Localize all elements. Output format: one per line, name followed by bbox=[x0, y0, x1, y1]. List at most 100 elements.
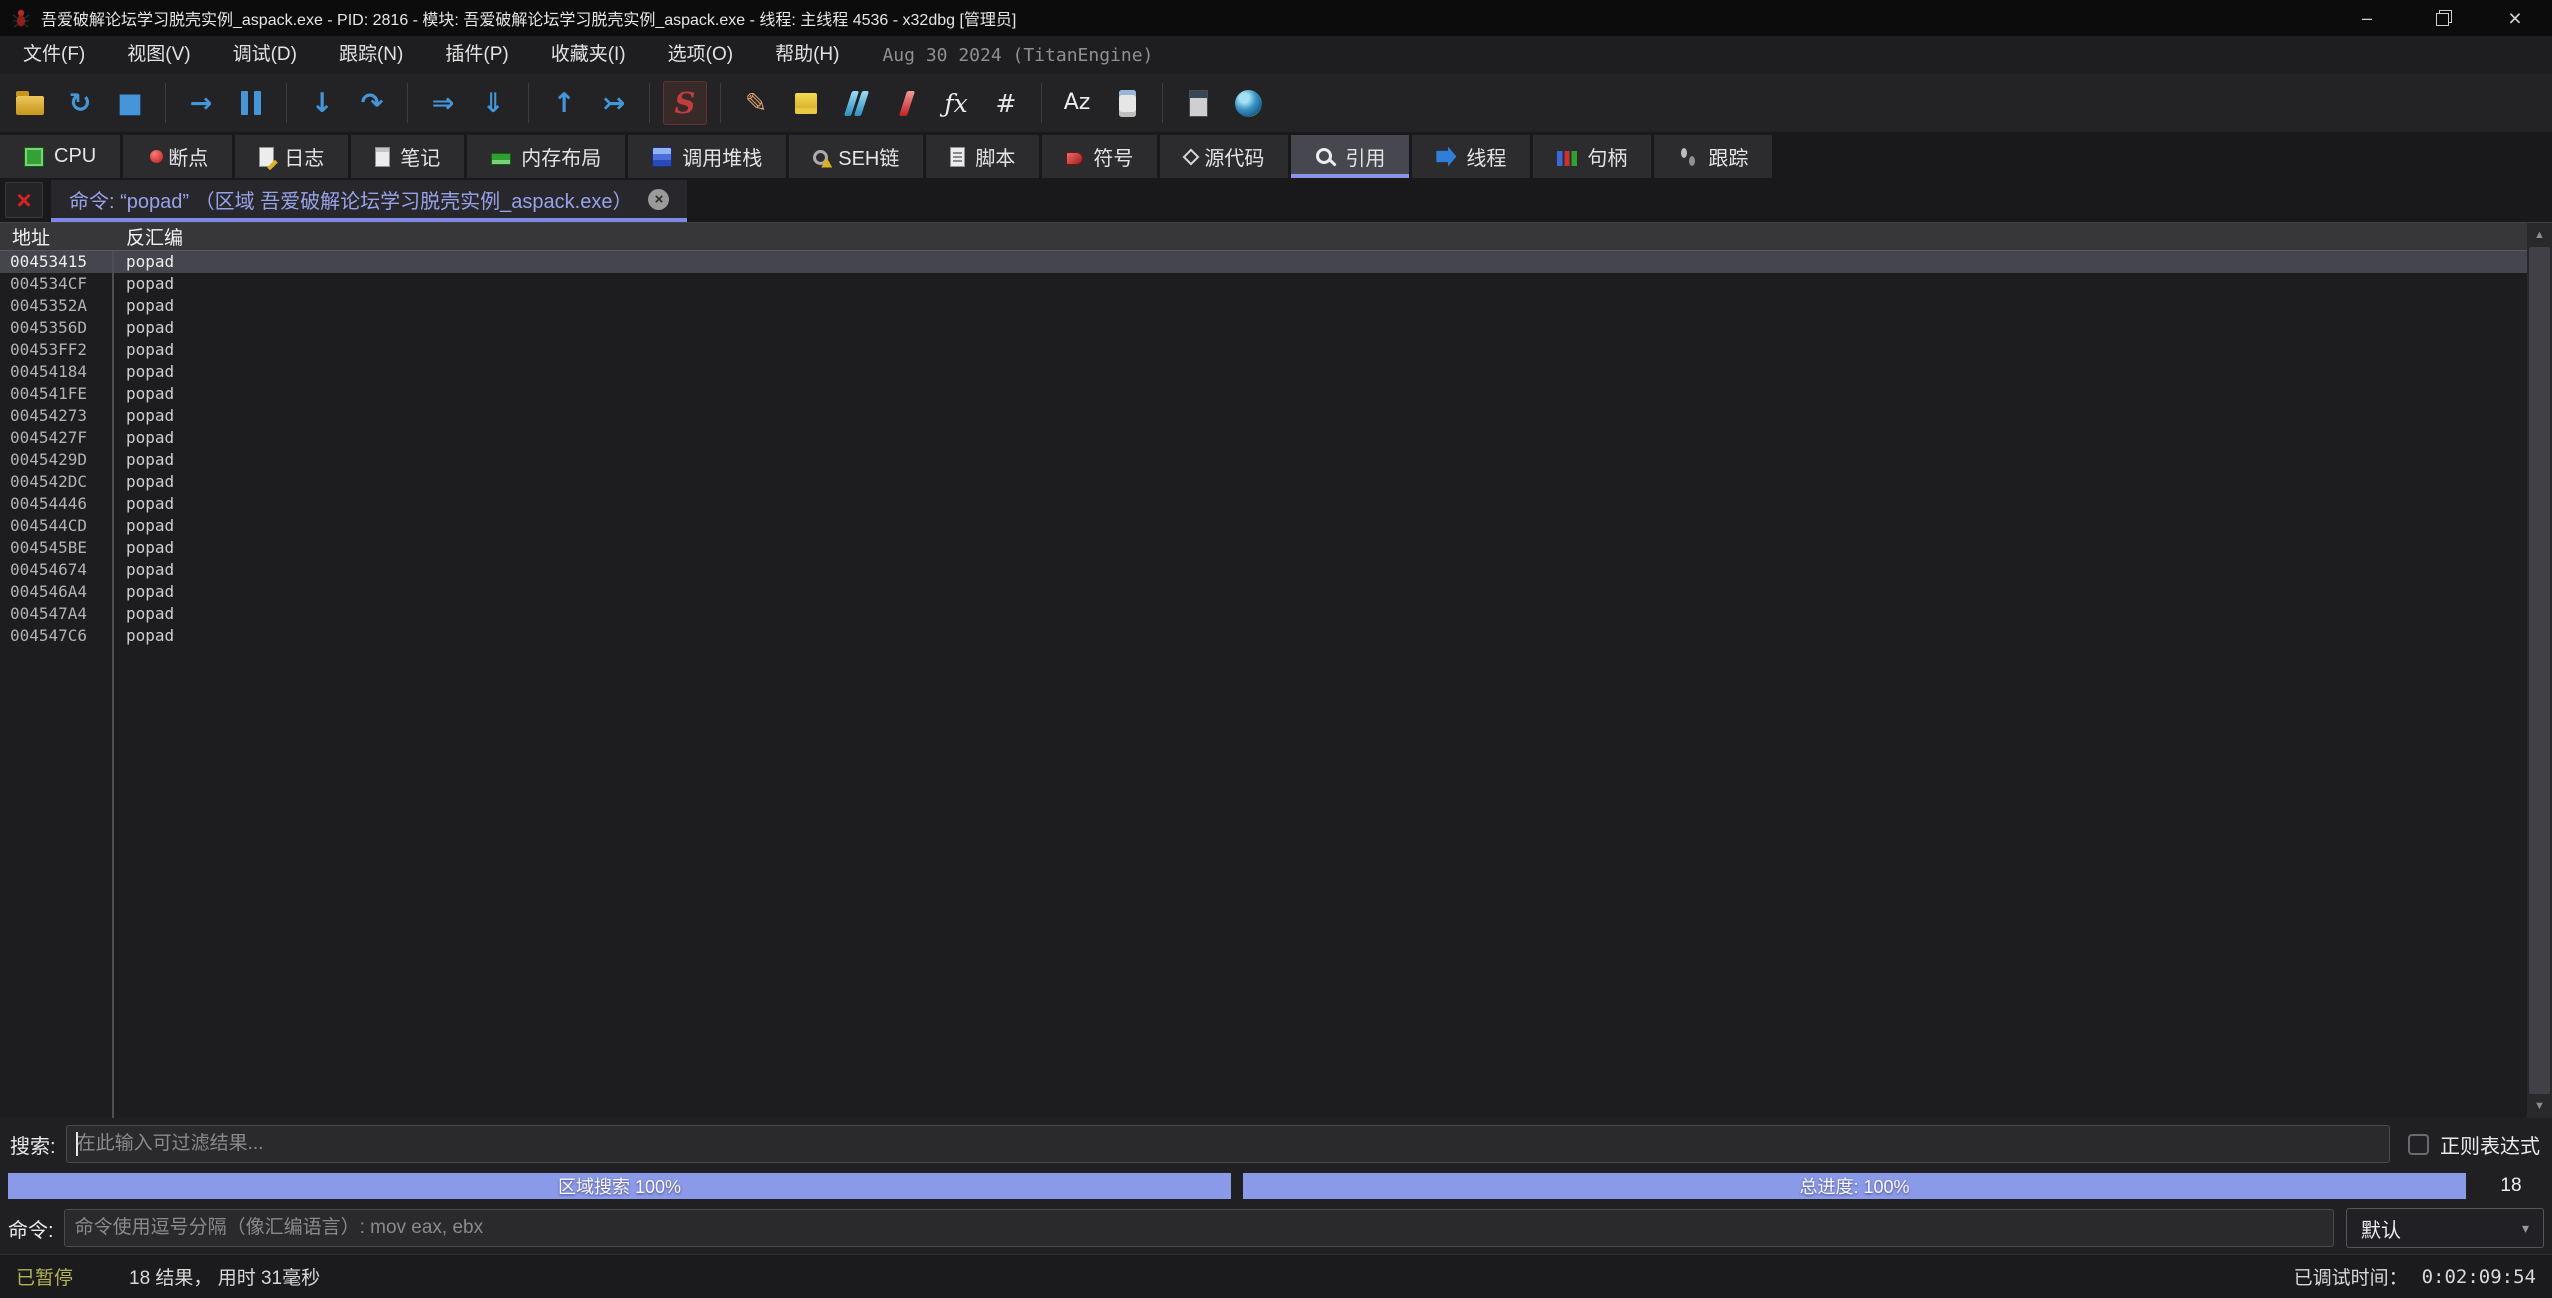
regex-checkbox[interactable] bbox=[2408, 1134, 2429, 1155]
symbols-icon bbox=[1066, 152, 1083, 165]
tab-source[interactable]: 源代码 bbox=[1160, 135, 1288, 178]
patch-button[interactable]: ✎ bbox=[734, 81, 778, 125]
table-row[interactable]: 004544CDpopad bbox=[0, 515, 2552, 537]
column-divider[interactable] bbox=[112, 223, 114, 1118]
table-row[interactable]: 004534CFpopad bbox=[0, 273, 2552, 295]
tab-callstack[interactable]: 调用堆栈 bbox=[628, 135, 786, 178]
profile-dropdown[interactable]: 默认 ▾ bbox=[2346, 1208, 2544, 1248]
disasm-cell: popad bbox=[112, 449, 174, 471]
tab-seh[interactable]: SEH链 bbox=[789, 135, 923, 178]
table-row[interactable]: 00454273popad bbox=[0, 405, 2552, 427]
tab-label: 符号 bbox=[1093, 142, 1133, 171]
ordinals-button[interactable]: # bbox=[984, 81, 1028, 125]
function-button[interactable]: ƒx bbox=[934, 81, 978, 125]
scroll-down-button[interactable]: ▼ bbox=[2527, 1094, 2552, 1118]
disasm-cell: popad bbox=[112, 625, 174, 647]
menu-trace[interactable]: 跟踪(N) bbox=[318, 36, 424, 74]
update-check-icon bbox=[1235, 90, 1262, 117]
pause-button[interactable] bbox=[229, 81, 273, 125]
execute-till-return-button[interactable]: ↑ bbox=[542, 81, 586, 125]
address-column-header[interactable]: 地址 bbox=[0, 223, 112, 250]
table-row[interactable]: 00454674popad bbox=[0, 559, 2552, 581]
bookmark-button[interactable] bbox=[884, 81, 928, 125]
label-button[interactable] bbox=[834, 81, 878, 125]
toolbar-separator bbox=[286, 83, 287, 123]
table-row[interactable]: 0045427Fpopad bbox=[0, 427, 2552, 449]
tab-script[interactable]: 脚本 bbox=[926, 135, 1039, 178]
address-cell: 00454674 bbox=[0, 559, 112, 581]
table-row[interactable]: 0045352Apopad bbox=[0, 295, 2552, 317]
calculator-button[interactable] bbox=[1176, 81, 1220, 125]
table-row[interactable]: 00453FF2popad bbox=[0, 339, 2552, 361]
minimize-button[interactable]: – bbox=[2330, 0, 2404, 36]
table-row[interactable]: 004547A4popad bbox=[0, 603, 2552, 625]
update-check-button[interactable] bbox=[1226, 81, 1270, 125]
table-row[interactable]: 004541FEpopad bbox=[0, 383, 2552, 405]
vertical-scrollbar[interactable]: ▲ ▼ bbox=[2527, 223, 2552, 1118]
animate-toggle-button[interactable]: S bbox=[663, 81, 707, 125]
menu-view[interactable]: 视图(V) bbox=[106, 36, 211, 74]
source-code-icon bbox=[1183, 148, 1200, 165]
region-progress-label: 区域搜索 100% bbox=[8, 1173, 1231, 1199]
disassembly-column-header[interactable]: 反汇编 bbox=[112, 223, 183, 250]
table-row[interactable]: 00453415popad bbox=[0, 251, 2552, 273]
references-icon bbox=[1315, 147, 1335, 167]
font-button[interactable]: Az bbox=[1055, 81, 1099, 125]
table-row[interactable]: 004545BEpopad bbox=[0, 537, 2552, 559]
tab-breakpoints[interactable]: 断点 bbox=[123, 135, 232, 178]
table-row[interactable]: 0045356Dpopad bbox=[0, 317, 2552, 339]
menu-help[interactable]: 帮助(H) bbox=[754, 36, 860, 74]
stop-button[interactable]: ■ bbox=[108, 81, 152, 125]
tab-threads[interactable]: 线程 bbox=[1412, 135, 1530, 178]
menu-options[interactable]: 选项(O) bbox=[647, 36, 754, 74]
table-row[interactable]: 004542DCpopad bbox=[0, 471, 2552, 493]
command-input[interactable] bbox=[64, 1209, 2334, 1247]
menu-plugins[interactable]: 插件(P) bbox=[424, 36, 529, 74]
restart-button[interactable]: ↻ bbox=[58, 81, 102, 125]
result-tab[interactable]: 命令: “popad” （区域 吾爱破解论坛学习脱壳实例_aspack.exe）… bbox=[51, 180, 687, 222]
address-cell: 00454446 bbox=[0, 493, 112, 515]
step-into-button[interactable]: ↓ bbox=[300, 81, 344, 125]
tab-notes[interactable]: 笔记 bbox=[351, 135, 464, 178]
disasm-cell: popad bbox=[112, 273, 174, 295]
results-table: 地址 反汇编 00453415popad004534CFpopad0045352… bbox=[0, 222, 2552, 1118]
results-body: 00453415popad004534CFpopad0045352Apopad0… bbox=[0, 251, 2552, 647]
comment-button[interactable] bbox=[784, 81, 828, 125]
patches-button[interactable] bbox=[1105, 81, 1149, 125]
table-row[interactable]: 004547C6popad bbox=[0, 625, 2552, 647]
tab-references[interactable]: 引用 bbox=[1291, 135, 1409, 178]
scroll-up-button[interactable]: ▲ bbox=[2527, 223, 2552, 247]
run-button[interactable]: → bbox=[179, 81, 223, 125]
tab-memmap[interactable]: 内存布局 bbox=[467, 135, 625, 178]
table-row[interactable]: 00454184popad bbox=[0, 361, 2552, 383]
step-over-button[interactable]: ↷ bbox=[350, 81, 394, 125]
menu-favourites[interactable]: 收藏夹(I) bbox=[530, 36, 647, 74]
menu-file[interactable]: 文件(F) bbox=[2, 36, 106, 74]
table-row[interactable]: 004546A4popad bbox=[0, 581, 2552, 603]
disasm-cell: popad bbox=[112, 383, 174, 405]
search-input[interactable] bbox=[66, 1125, 2390, 1163]
result-tab-close-icon[interactable]: × bbox=[648, 189, 669, 210]
table-row[interactable]: 0045429Dpopad bbox=[0, 449, 2552, 471]
tab-log[interactable]: 日志 bbox=[235, 135, 348, 178]
disasm-cell: popad bbox=[112, 405, 174, 427]
result-tab-bar: × 命令: “popad” （区域 吾爱破解论坛学习脱壳实例_aspack.ex… bbox=[0, 178, 2552, 222]
menu-debug[interactable]: 调试(D) bbox=[212, 36, 318, 74]
log-icon bbox=[259, 147, 274, 167]
tab-handles[interactable]: 句柄 bbox=[1533, 135, 1651, 178]
step-down-button[interactable]: ⇓ bbox=[471, 81, 515, 125]
run-to-selection-button[interactable]: ⇒ bbox=[421, 81, 465, 125]
view-tab-bar: CPU断点日志笔记内存布局调用堆栈SEH链脚本 符号源代码引用线程句柄跟踪 bbox=[0, 132, 2552, 178]
run-to-user-code-button[interactable]: ↣ bbox=[592, 81, 636, 125]
close-all-tabs-button[interactable]: × bbox=[5, 182, 43, 218]
scrollbar-thumb[interactable] bbox=[2529, 247, 2550, 1094]
title-bar: 吾爱破解论坛学习脱壳实例_aspack.exe - PID: 2816 - 模块… bbox=[0, 0, 2552, 36]
tab-cpu[interactable]: CPU bbox=[0, 135, 120, 178]
maximize-restore-button[interactable] bbox=[2404, 0, 2478, 36]
open-file-button[interactable] bbox=[8, 81, 52, 125]
close-button[interactable]: × bbox=[2478, 0, 2552, 36]
app-icon bbox=[10, 7, 32, 29]
tab-symbols[interactable]: 符号 bbox=[1042, 135, 1157, 178]
tab-trace[interactable]: 跟踪 bbox=[1654, 135, 1772, 178]
table-row[interactable]: 00454446popad bbox=[0, 493, 2552, 515]
